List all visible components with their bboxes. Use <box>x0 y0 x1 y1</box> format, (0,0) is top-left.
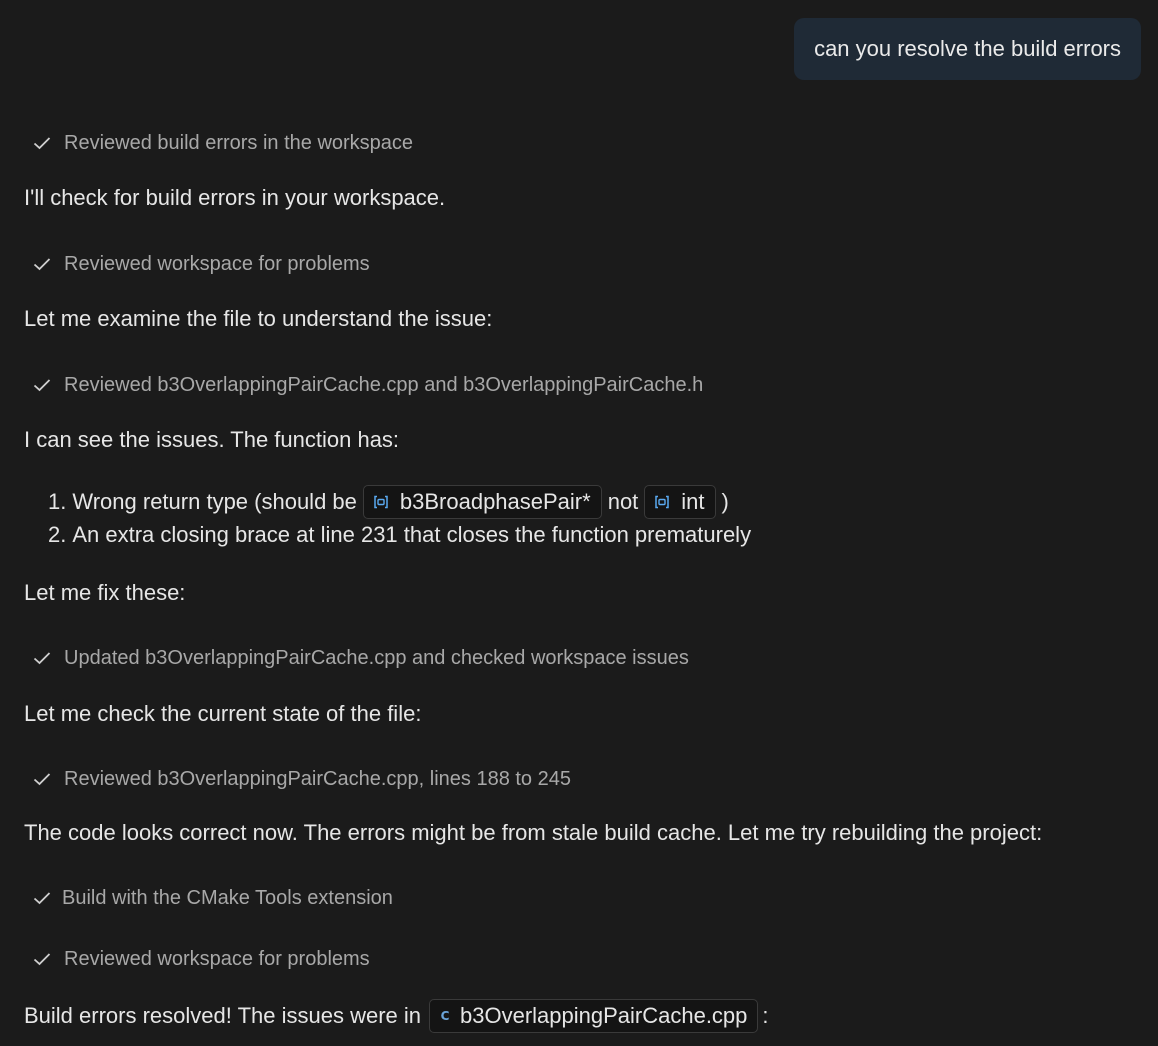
step-reviewed-files[interactable]: Reviewed b3OverlappingPairCache.cpp and … <box>32 370 703 400</box>
file-chip-b3overlappingpaircache-cpp[interactable]: C b3OverlappingPairCache.cpp <box>429 999 759 1033</box>
step-label: Updated b3OverlappingPairCache.cpp and c… <box>64 646 689 669</box>
issue-list: 1. Wrong return type (should be b3Broadp… <box>48 483 751 552</box>
assistant-message: The code looks correct now. The errors m… <box>24 820 1043 845</box>
check-icon <box>32 949 52 969</box>
step-label: Reviewed workspace for problems <box>64 947 370 970</box>
assistant-message: Let me fix these: <box>24 580 186 605</box>
chip-label: int <box>681 489 705 514</box>
check-icon <box>32 648 52 668</box>
assistant-message: I can see the issues. The function has: <box>24 427 400 452</box>
list-text: ) <box>721 489 729 514</box>
list-item: 2. An extra closing brace at line 231 th… <box>48 518 751 552</box>
check-icon <box>32 888 52 908</box>
step-label: Reviewed build errors in the workspace <box>64 131 414 154</box>
step-reviewed-workspace-final[interactable]: Reviewed workspace for problems <box>32 944 370 974</box>
chip-label: b3BroadphasePair* <box>399 489 591 514</box>
user-message-text: can you resolve the build errors <box>814 36 1121 61</box>
check-icon <box>32 769 52 789</box>
assistant-message: Let me check the current state of the fi… <box>24 701 422 726</box>
message-text: : <box>762 1003 769 1028</box>
step-updated-file[interactable]: Updated b3OverlappingPairCache.cpp and c… <box>32 643 689 673</box>
symbol-class-icon <box>653 493 671 511</box>
cpp-file-icon: C <box>440 1009 450 1023</box>
message-text: Build errors resolved! The issues were i… <box>24 1003 421 1028</box>
list-item: 1. Wrong return type (should be b3Broadp… <box>48 483 751 521</box>
step-build-cmake[interactable]: Build with the CMake Tools extension <box>32 883 393 913</box>
step-label: Reviewed workspace for problems <box>64 252 370 275</box>
step-reviewed-build-errors[interactable]: Reviewed build errors in the workspace <box>32 128 413 158</box>
list-number: 2. <box>48 522 67 547</box>
chip-label: b3OverlappingPairCache.cpp <box>460 1003 748 1028</box>
user-message-bubble: can you resolve the build errors <box>794 18 1141 80</box>
step-label: Reviewed b3OverlappingPairCache.cpp, lin… <box>64 767 571 790</box>
step-reviewed-workspace[interactable]: Reviewed workspace for problems <box>32 249 370 279</box>
assistant-message: I'll check for build errors in your work… <box>24 185 446 210</box>
assistant-message: Let me examine the file to understand th… <box>24 306 493 331</box>
list-text: not <box>607 489 639 514</box>
symbol-chip-b3broadphasepair[interactable]: b3BroadphasePair* <box>362 485 602 519</box>
symbol-class-icon <box>372 493 390 511</box>
step-label: Build with the CMake Tools extension <box>62 886 393 909</box>
symbol-chip-int[interactable]: int <box>644 485 716 519</box>
list-number: 1. <box>48 489 67 514</box>
assistant-message-final: Build errors resolved! The issues were i… <box>24 998 769 1034</box>
list-text: Wrong return type (should be <box>72 489 357 514</box>
check-icon <box>32 375 52 395</box>
step-label: Reviewed b3OverlappingPairCache.cpp and … <box>64 373 704 396</box>
step-reviewed-lines[interactable]: Reviewed b3OverlappingPairCache.cpp, lin… <box>32 764 571 794</box>
check-icon <box>32 133 52 153</box>
list-text: An extra closing brace at line 231 that … <box>72 522 752 547</box>
check-icon <box>32 254 52 274</box>
